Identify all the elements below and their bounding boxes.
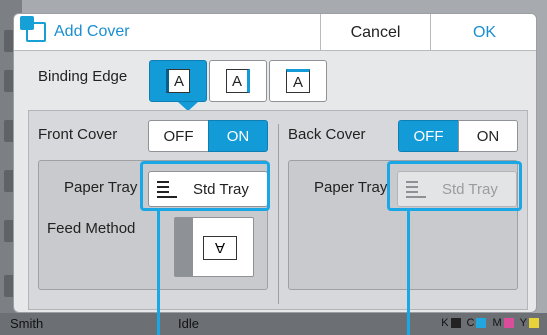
status-bar: Smith Idle K C M Y: [0, 313, 547, 335]
binding-right-icon: A: [226, 69, 250, 93]
back-cover-off-button[interactable]: OFF: [398, 120, 458, 152]
back-cover-on-button[interactable]: ON: [458, 120, 518, 152]
back-cover-label: Back Cover: [288, 126, 366, 143]
back-cover-toggle: OFF ON: [398, 120, 518, 152]
toner-m: M: [492, 317, 514, 329]
toner-c: C: [467, 317, 487, 329]
toner-k: K: [441, 317, 461, 329]
front-cover-on-button[interactable]: ON: [208, 120, 268, 152]
feed-method-label: Feed Method: [47, 220, 136, 237]
cancel-button[interactable]: Cancel: [320, 14, 430, 51]
toner-y: Y: [520, 317, 539, 329]
binding-top-icon: A: [286, 69, 310, 93]
add-cover-icon: [20, 16, 46, 42]
front-cover-label: Front Cover: [38, 126, 118, 143]
front-paper-tray-label: Paper Tray: [64, 179, 138, 196]
back-tray-callout-line: [407, 211, 410, 335]
dialog-header: Add Cover Cancel OK: [14, 14, 536, 51]
binding-left-icon: A: [166, 69, 190, 93]
front-cover-toggle: OFF ON: [148, 120, 268, 152]
front-tray-callout: [140, 161, 270, 211]
binding-edge-label: Binding Edge: [38, 68, 128, 85]
binding-left-button[interactable]: A: [149, 60, 207, 102]
back-paper-tray-label: Paper Tray: [314, 179, 388, 196]
feed-edge-indicator: [175, 218, 193, 276]
ok-button[interactable]: OK: [430, 14, 536, 51]
feed-method-button[interactable]: A: [174, 217, 254, 277]
feed-method-icon: A: [203, 236, 237, 260]
toner-indicators: K C M Y: [441, 317, 539, 329]
binding-right-button[interactable]: A: [209, 60, 267, 102]
user-name: Smith: [10, 316, 44, 331]
binding-top-button[interactable]: A: [269, 60, 327, 102]
dialog-title: Add Cover: [54, 23, 130, 40]
front-tray-callout-line: [157, 211, 160, 335]
front-cover-off-button[interactable]: OFF: [148, 120, 208, 152]
machine-status: Idle: [178, 316, 199, 331]
back-tray-callout: [387, 161, 522, 211]
panel-divider: [278, 124, 279, 304]
